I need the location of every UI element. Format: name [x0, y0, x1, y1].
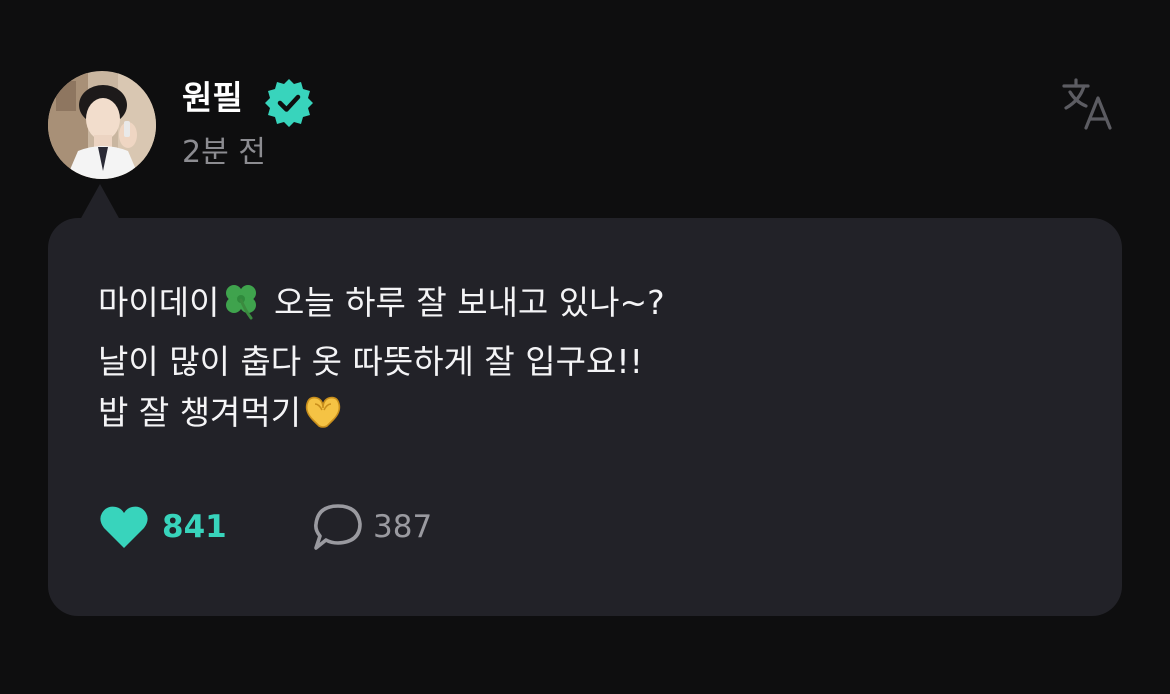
comment-count: 387 [373, 509, 433, 545]
author-name[interactable]: 원필 [182, 78, 243, 118]
four-leaf-clover-icon [226, 285, 257, 320]
heart-icon [100, 506, 148, 548]
post-page: 원필 2분 전 마이데이 오늘 하루 잘 보내고 있나~? 날이 많이 춥다 옷… [0, 0, 1170, 694]
avatar[interactable] [48, 71, 156, 179]
comment-button[interactable] [312, 502, 364, 552]
like-button[interactable] [98, 502, 150, 552]
like-count: 841 [162, 509, 227, 545]
bubble-tail [80, 184, 120, 220]
post-line-2: 날이 많이 춥다 옷 따뜻하게 잘 입구요!! [98, 342, 643, 381]
comment-bubble-icon [314, 504, 362, 550]
translate-icon[interactable] [1058, 74, 1116, 132]
post-timestamp: 2분 전 [182, 135, 266, 170]
heart-hands-icon [305, 396, 341, 428]
post-line-3: 밥 잘 챙겨먹기 [98, 390, 345, 435]
post-line-1-rest: 오늘 하루 잘 보내고 있나~? [263, 283, 665, 322]
post-line-1: 마이데이 오늘 하루 잘 보내고 있나~? [98, 280, 665, 325]
post-line-3-text: 밥 잘 챙겨먹기 [98, 393, 302, 432]
avatar-photo-icon [48, 71, 156, 179]
verified-badge-icon [264, 78, 314, 128]
post-line-1-text: 마이데이 [98, 283, 220, 322]
